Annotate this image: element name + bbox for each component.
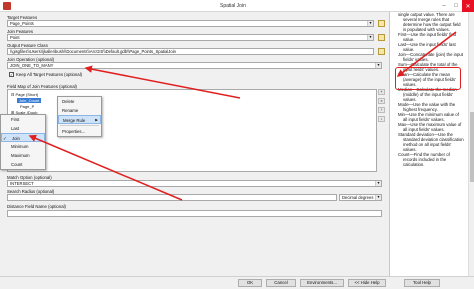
title-bar: Spatial Join – □ ✕ xyxy=(0,0,474,12)
scrollbar-thumb[interactable] xyxy=(470,112,474,182)
field-context-menu: Delete Rename Merge Rule ▶ Properties... xyxy=(57,96,102,137)
tree-row-page[interactable]: ⊟ Page (Short) xyxy=(11,92,38,97)
join-help-highlight xyxy=(395,67,461,90)
merge-rule-submenu: First Last ✓ Join Minimum Maximum Count xyxy=(0,114,46,170)
help-item-std: Standard deviation—Use the standard devi… xyxy=(398,132,464,152)
browse-folder-icon[interactable] xyxy=(378,34,385,41)
menu-item-properties[interactable]: Properties... xyxy=(58,127,101,136)
menu-item-label: Delete xyxy=(62,99,75,104)
tool-help-button[interactable]: Tool Help xyxy=(404,279,440,287)
tree-row-join-count[interactable]: Join_Count xyxy=(17,98,42,103)
distance-field-label: Distance Field Name (optional) xyxy=(7,204,66,209)
output-feature-class-value: \\gisgfiles\\Users\\jkalleribush\\Docume… xyxy=(10,49,176,54)
merge-rule-first[interactable]: First xyxy=(1,115,45,124)
keep-all-label: Keep All Target Features (optional) xyxy=(16,72,83,77)
menu-item-rename[interactable]: Rename xyxy=(58,106,101,115)
browse-folder-icon[interactable] xyxy=(378,48,385,55)
window-title: Spatial Join xyxy=(220,3,246,9)
menu-item-delete[interactable]: Delete xyxy=(58,97,101,106)
search-radius-unit-select[interactable]: Decimal degrees ▼ xyxy=(339,194,382,201)
keep-all-checkbox[interactable]: ✓ xyxy=(9,72,14,77)
help-item-min: Min—Use the minimum value of all input f… xyxy=(398,112,459,122)
add-icon[interactable]: + xyxy=(378,89,385,95)
chevron-down-icon[interactable]: ▼ xyxy=(367,35,373,40)
arrow-up-icon[interactable]: ↑ xyxy=(378,107,385,113)
help-item-max: Max—Use the maximum value of all input f… xyxy=(398,122,462,132)
menu-separator xyxy=(60,125,99,126)
help-item-last: Last—Use the input fields' last value. xyxy=(398,42,456,52)
target-features-value: Page_Points xyxy=(10,21,34,26)
tree-row-label: Page_P xyxy=(20,104,35,109)
button-bar: OK Cancel Environments... << Hide Help T… xyxy=(0,276,474,289)
merge-rule-maximum[interactable]: Maximum xyxy=(1,151,45,160)
close-icon[interactable]: ✕ xyxy=(462,0,474,12)
search-radius-unit-value: Decimal degrees xyxy=(342,195,374,200)
arrow-down-icon[interactable]: ↓ xyxy=(378,116,385,122)
chevron-down-icon[interactable]: ▼ xyxy=(375,63,381,68)
expand-icon[interactable]: ⊟ xyxy=(11,92,14,97)
tree-row-page-p[interactable]: Page_P xyxy=(20,104,34,109)
join-operation-value: JOIN_ONE_TO_MANY xyxy=(10,63,54,68)
menu-item-label: Last xyxy=(11,126,20,131)
remove-icon[interactable]: × xyxy=(378,98,385,104)
help-item-first: First—Use the input fields' first value. xyxy=(398,32,457,42)
help-item-count: Count—Find the number of records include… xyxy=(398,152,450,167)
merge-rule-minimum[interactable]: Minimum xyxy=(1,142,45,151)
join-operation-select[interactable]: JOIN_ONE_TO_MANY ▼ xyxy=(7,62,382,69)
minimize-icon[interactable]: – xyxy=(438,0,450,12)
merge-rule-last[interactable]: Last xyxy=(1,124,45,133)
cancel-button[interactable]: Cancel xyxy=(266,279,296,287)
menu-item-label: Count xyxy=(11,162,23,167)
tree-row-label: Join_Count xyxy=(19,98,40,103)
distance-field-input[interactable] xyxy=(7,210,382,217)
field-map-toolbar: + × ↑ ↓ xyxy=(378,89,386,169)
output-feature-class-input[interactable]: \\gisgfiles\\Users\\jkalleribush\\Docume… xyxy=(7,48,374,55)
maximize-icon[interactable]: □ xyxy=(450,0,462,12)
help-panel: single output value. There are several m… xyxy=(389,12,474,276)
menu-item-label: Rename xyxy=(62,108,79,113)
menu-item-merge-rule[interactable]: Merge Rule ▶ xyxy=(58,115,101,124)
search-radius-input[interactable] xyxy=(7,194,337,201)
help-intro: single output value. There are several m… xyxy=(398,12,461,32)
menu-item-label: Merge Rule xyxy=(63,118,86,123)
app-icon xyxy=(3,2,11,10)
help-scrollbar[interactable] xyxy=(468,12,474,276)
chevron-down-icon[interactable]: ▼ xyxy=(375,195,381,200)
join-features-value: Point xyxy=(10,35,20,40)
submenu-arrow-icon: ▶ xyxy=(95,118,98,122)
target-features-input[interactable]: Page_Points ▼ xyxy=(7,20,374,27)
menu-item-label: Maximum xyxy=(11,153,30,158)
spatial-join-dialog: Spatial Join – □ ✕ Target Features Page_… xyxy=(0,0,474,289)
help-item-mode: Mode—Use the value with the highest freq… xyxy=(398,102,456,112)
merge-rule-join[interactable]: ✓ Join xyxy=(1,133,45,142)
ok-button[interactable]: OK xyxy=(238,279,262,287)
merge-rule-count[interactable]: Count xyxy=(1,160,45,169)
menu-item-label: Join xyxy=(12,136,20,141)
tool-parameters-panel: Target Features Page_Points ▼ Join Featu… xyxy=(1,12,388,276)
help-item-join: Join—Concatenate (join) the input fields… xyxy=(398,52,463,62)
match-option-value: INTERSECT xyxy=(10,181,34,186)
menu-item-label: First xyxy=(11,117,20,122)
match-option-select[interactable]: INTERSECT ▼ xyxy=(7,180,382,187)
browse-folder-icon[interactable] xyxy=(378,20,385,27)
join-features-input[interactable]: Point ▼ xyxy=(7,34,374,41)
window-controls: – □ ✕ xyxy=(438,0,474,12)
environments-button[interactable]: Environments... xyxy=(300,279,344,287)
chevron-down-icon[interactable]: ▼ xyxy=(367,21,373,26)
hide-help-button[interactable]: << Hide Help xyxy=(348,279,386,287)
menu-item-label: Properties... xyxy=(62,129,86,134)
tree-row-label: Page (Short) xyxy=(15,92,39,97)
menu-item-label: Minimum xyxy=(11,144,29,149)
chevron-down-icon[interactable]: ▼ xyxy=(375,181,381,186)
